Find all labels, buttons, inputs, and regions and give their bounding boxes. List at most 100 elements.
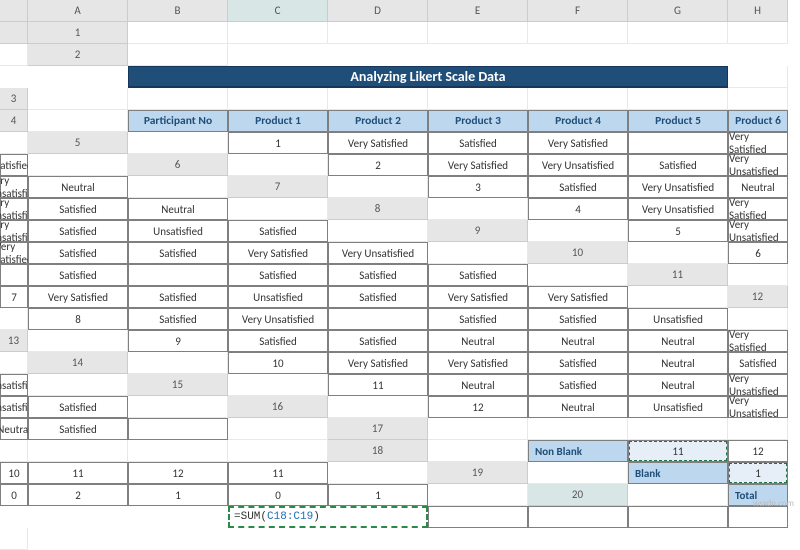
col-header-D[interactable]: D: [328, 0, 428, 22]
data-cell[interactable]: Very Unsatisfied: [728, 220, 788, 242]
col-header-B[interactable]: B: [128, 0, 228, 22]
data-cell[interactable]: Satisfied: [28, 220, 128, 242]
summary-blank-cell[interactable]: 1: [728, 462, 788, 484]
summary-nonblank-cell[interactable]: 11: [228, 462, 328, 484]
data-cell[interactable]: Very Unsatisfied: [228, 308, 328, 330]
data-cell[interactable]: Satisfied: [528, 176, 628, 198]
data-cell[interactable]: Satisfied: [528, 352, 628, 374]
cell[interactable]: [328, 88, 428, 110]
data-cell[interactable]: Unsatisfied: [628, 308, 728, 330]
cell[interactable]: [228, 198, 328, 220]
cell[interactable]: [628, 242, 728, 264]
data-cell[interactable]: Very Unsatisfied: [728, 396, 788, 418]
data-cell[interactable]: Very Unsatisfied: [0, 198, 28, 220]
row-header-12[interactable]: 12: [728, 286, 788, 308]
data-cell[interactable]: Very Unsatisfied: [628, 198, 728, 220]
cell[interactable]: [528, 418, 628, 440]
data-cell[interactable]: Unsatisfied: [628, 396, 728, 418]
cell[interactable]: [228, 22, 328, 44]
data-cell[interactable]: Neutral: [628, 330, 728, 352]
cell[interactable]: [28, 330, 128, 352]
data-cell[interactable]: Very Satisfied: [728, 198, 788, 220]
data-cell[interactable]: 8: [28, 308, 128, 330]
data-cell[interactable]: Satisfied: [428, 132, 528, 154]
row-header-2[interactable]: 2: [28, 44, 128, 66]
cell[interactable]: [328, 462, 428, 484]
data-cell[interactable]: Very Unsatisfied: [728, 154, 788, 176]
cell[interactable]: [628, 22, 728, 44]
data-cell[interactable]: Satisfied: [128, 308, 228, 330]
cell[interactable]: [628, 286, 728, 308]
cell[interactable]: [28, 88, 128, 110]
data-cell[interactable]: Neutral: [28, 176, 128, 198]
data-cell[interactable]: 12: [428, 396, 528, 418]
data-cell[interactable]: Satisfied: [128, 286, 228, 308]
summary-nonblank-cell[interactable]: 12: [728, 440, 788, 462]
data-cell[interactable]: [0, 264, 28, 286]
data-cell[interactable]: Satisfied: [528, 308, 628, 330]
cell[interactable]: [328, 22, 428, 44]
data-cell[interactable]: Satisfied: [428, 308, 528, 330]
data-cell[interactable]: 10: [228, 352, 328, 374]
col-header-extra[interactable]: [0, 22, 28, 44]
data-cell[interactable]: [628, 132, 728, 154]
data-cell[interactable]: 9: [128, 330, 228, 352]
cell[interactable]: [428, 22, 528, 44]
row-header-20[interactable]: 20: [528, 484, 628, 506]
row-header-7[interactable]: 7: [228, 176, 328, 198]
cell[interactable]: [728, 418, 788, 440]
cell[interactable]: [528, 88, 628, 110]
data-cell[interactable]: Satisfied: [228, 330, 328, 352]
col-header-A[interactable]: A: [28, 0, 128, 22]
cell[interactable]: [728, 22, 788, 44]
data-cell[interactable]: Satisfied: [28, 396, 128, 418]
row-header-15[interactable]: 15: [128, 374, 228, 396]
col-header-E[interactable]: E: [428, 0, 528, 22]
data-cell[interactable]: Unsatisfied: [0, 396, 28, 418]
cell[interactable]: [228, 440, 328, 462]
summary-nonblank-cell[interactable]: 10: [0, 462, 28, 484]
data-cell[interactable]: Satisfied: [128, 242, 228, 264]
cell[interactable]: [28, 374, 128, 396]
cell[interactable]: [0, 352, 28, 374]
cell[interactable]: [428, 484, 528, 506]
cell[interactable]: [428, 198, 528, 220]
data-cell[interactable]: [128, 264, 228, 286]
row-header-8[interactable]: 8: [328, 198, 428, 220]
row-header-11[interactable]: 11: [628, 264, 728, 286]
data-cell[interactable]: 4: [528, 198, 628, 220]
summary-blank-cell[interactable]: 0: [228, 484, 328, 506]
cell[interactable]: [528, 462, 628, 484]
row-header-16[interactable]: 16: [228, 396, 328, 418]
data-cell[interactable]: Unsatisfied: [128, 220, 228, 242]
data-cell[interactable]: Satisfied: [28, 198, 128, 220]
data-cell[interactable]: Neutral: [628, 352, 728, 374]
row-header-1[interactable]: 1: [28, 22, 128, 44]
data-cell[interactable]: 2: [328, 154, 428, 176]
row-header-4[interactable]: 4: [0, 110, 28, 132]
cell[interactable]: [128, 88, 228, 110]
data-cell[interactable]: [128, 418, 228, 440]
data-cell[interactable]: [328, 308, 428, 330]
cell[interactable]: [728, 264, 788, 286]
col-header-H[interactable]: H: [728, 0, 788, 22]
data-cell[interactable]: Very Satisfied: [728, 132, 788, 154]
data-cell[interactable]: Satisfied: [228, 220, 328, 242]
data-cell[interactable]: Neutral: [128, 198, 228, 220]
cell[interactable]: [0, 44, 28, 66]
data-cell[interactable]: Satisfied: [28, 418, 128, 440]
cell[interactable]: [228, 374, 328, 396]
cell[interactable]: [128, 22, 228, 44]
data-cell[interactable]: Very Satisfied: [228, 242, 328, 264]
data-cell[interactable]: Satisfied: [0, 154, 28, 176]
data-cell[interactable]: Satisfied: [328, 264, 428, 286]
cell[interactable]: [428, 440, 528, 462]
data-cell[interactable]: Neutral: [628, 374, 728, 396]
summary-blank-cell[interactable]: 0: [0, 484, 28, 506]
cell[interactable]: [528, 264, 628, 286]
data-cell[interactable]: Very Unsatisfied: [0, 176, 28, 198]
summary-nonblank-cell[interactable]: 11: [28, 462, 128, 484]
cell[interactable]: [28, 154, 128, 176]
row-header-3[interactable]: 3: [0, 88, 28, 110]
cell[interactable]: [128, 44, 228, 66]
